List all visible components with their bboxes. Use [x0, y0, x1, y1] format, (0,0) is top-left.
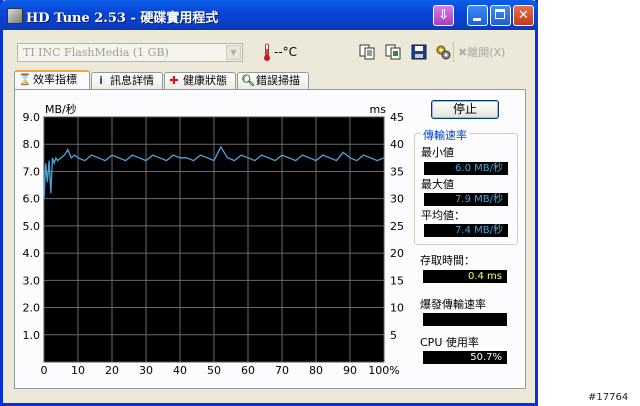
maximize-icon — [495, 9, 505, 19]
min-rate-value: 6.0 MB/秒 — [424, 162, 508, 175]
tab-error-scan-label: 錯誤掃描 — [256, 74, 300, 87]
tab-benchmark[interactable]: ⌛效率指標 — [14, 70, 90, 90]
min-rate-label: 最小値 — [421, 146, 454, 159]
avg-rate-value: 7.4 MB/秒 — [424, 224, 508, 237]
toolbar-separator — [453, 42, 454, 62]
image-watermark: #17764 — [588, 392, 629, 403]
close-icon: ✕ — [518, 8, 529, 23]
benchmark-icon: ⌛ — [18, 73, 32, 86]
temperature-readout: --°C — [274, 45, 298, 59]
info-icon: i — [99, 74, 103, 87]
access-time-value: 0.4 ms — [423, 270, 507, 283]
tab-info[interactable]: i 訊息詳情 — [91, 72, 163, 89]
burst-rate-value — [423, 313, 507, 326]
thermometer-icon — [264, 43, 270, 61]
options-icon[interactable] — [435, 44, 451, 60]
tab-health[interactable]: ✚ 健康狀態 — [164, 72, 236, 89]
minimize-icon — [473, 18, 481, 21]
tab-health-label: 健康狀態 — [183, 74, 227, 87]
save-icon[interactable] — [411, 44, 427, 60]
burst-rate-label: 爆發傳輸速率 — [420, 298, 486, 311]
minimize-button[interactable] — [467, 5, 488, 26]
exit-icon: ✖ — [458, 46, 468, 59]
transfer-rate-group-title: 傳輸速率 — [421, 127, 469, 143]
chevron-down-icon[interactable]: ▼ — [226, 45, 241, 60]
exit-label: 離開(X) — [467, 46, 506, 59]
download-icon[interactable]: ⇩ — [433, 5, 454, 26]
copy-image-icon[interactable] — [385, 44, 401, 60]
copy-text-icon[interactable] — [359, 44, 375, 60]
max-rate-value: 7.9 MB/秒 — [424, 193, 508, 206]
drive-select-value: TI INC FlashMedia (1 GB) — [23, 46, 169, 59]
drive-select[interactable]: TI INC FlashMedia (1 GB) ▼ — [17, 43, 243, 62]
cpu-usage-value: 50.7% — [423, 351, 507, 364]
stop-button[interactable]: 停止 — [431, 100, 499, 119]
avg-rate-label: 平均値： — [421, 209, 465, 222]
max-rate-label: 最大値 — [421, 178, 454, 191]
title-bar[interactable]: HD Tune 2.53 - 硬碟實用程式 ⇩ ✕ — [0, 0, 538, 30]
health-icon: ✚ — [169, 74, 179, 87]
error-scan-icon: 🔍︎ — [241, 74, 255, 87]
exit-button[interactable]: ✖離開(X) — [458, 44, 505, 60]
window-title: HD Tune 2.53 - 硬碟實用程式 — [26, 11, 219, 26]
app-icon[interactable] — [7, 8, 23, 24]
cpu-usage-label: CPU 使用率 — [420, 336, 479, 349]
tab-info-label: 訊息詳情 — [110, 74, 154, 87]
access-time-label: 存取時間： — [420, 254, 475, 267]
close-button[interactable]: ✕ — [513, 5, 534, 26]
tab-benchmark-label: 效率指標 — [33, 73, 77, 86]
maximize-button[interactable] — [490, 5, 511, 26]
tab-error-scan[interactable]: 🔍︎錯誤掃描 — [237, 72, 309, 89]
